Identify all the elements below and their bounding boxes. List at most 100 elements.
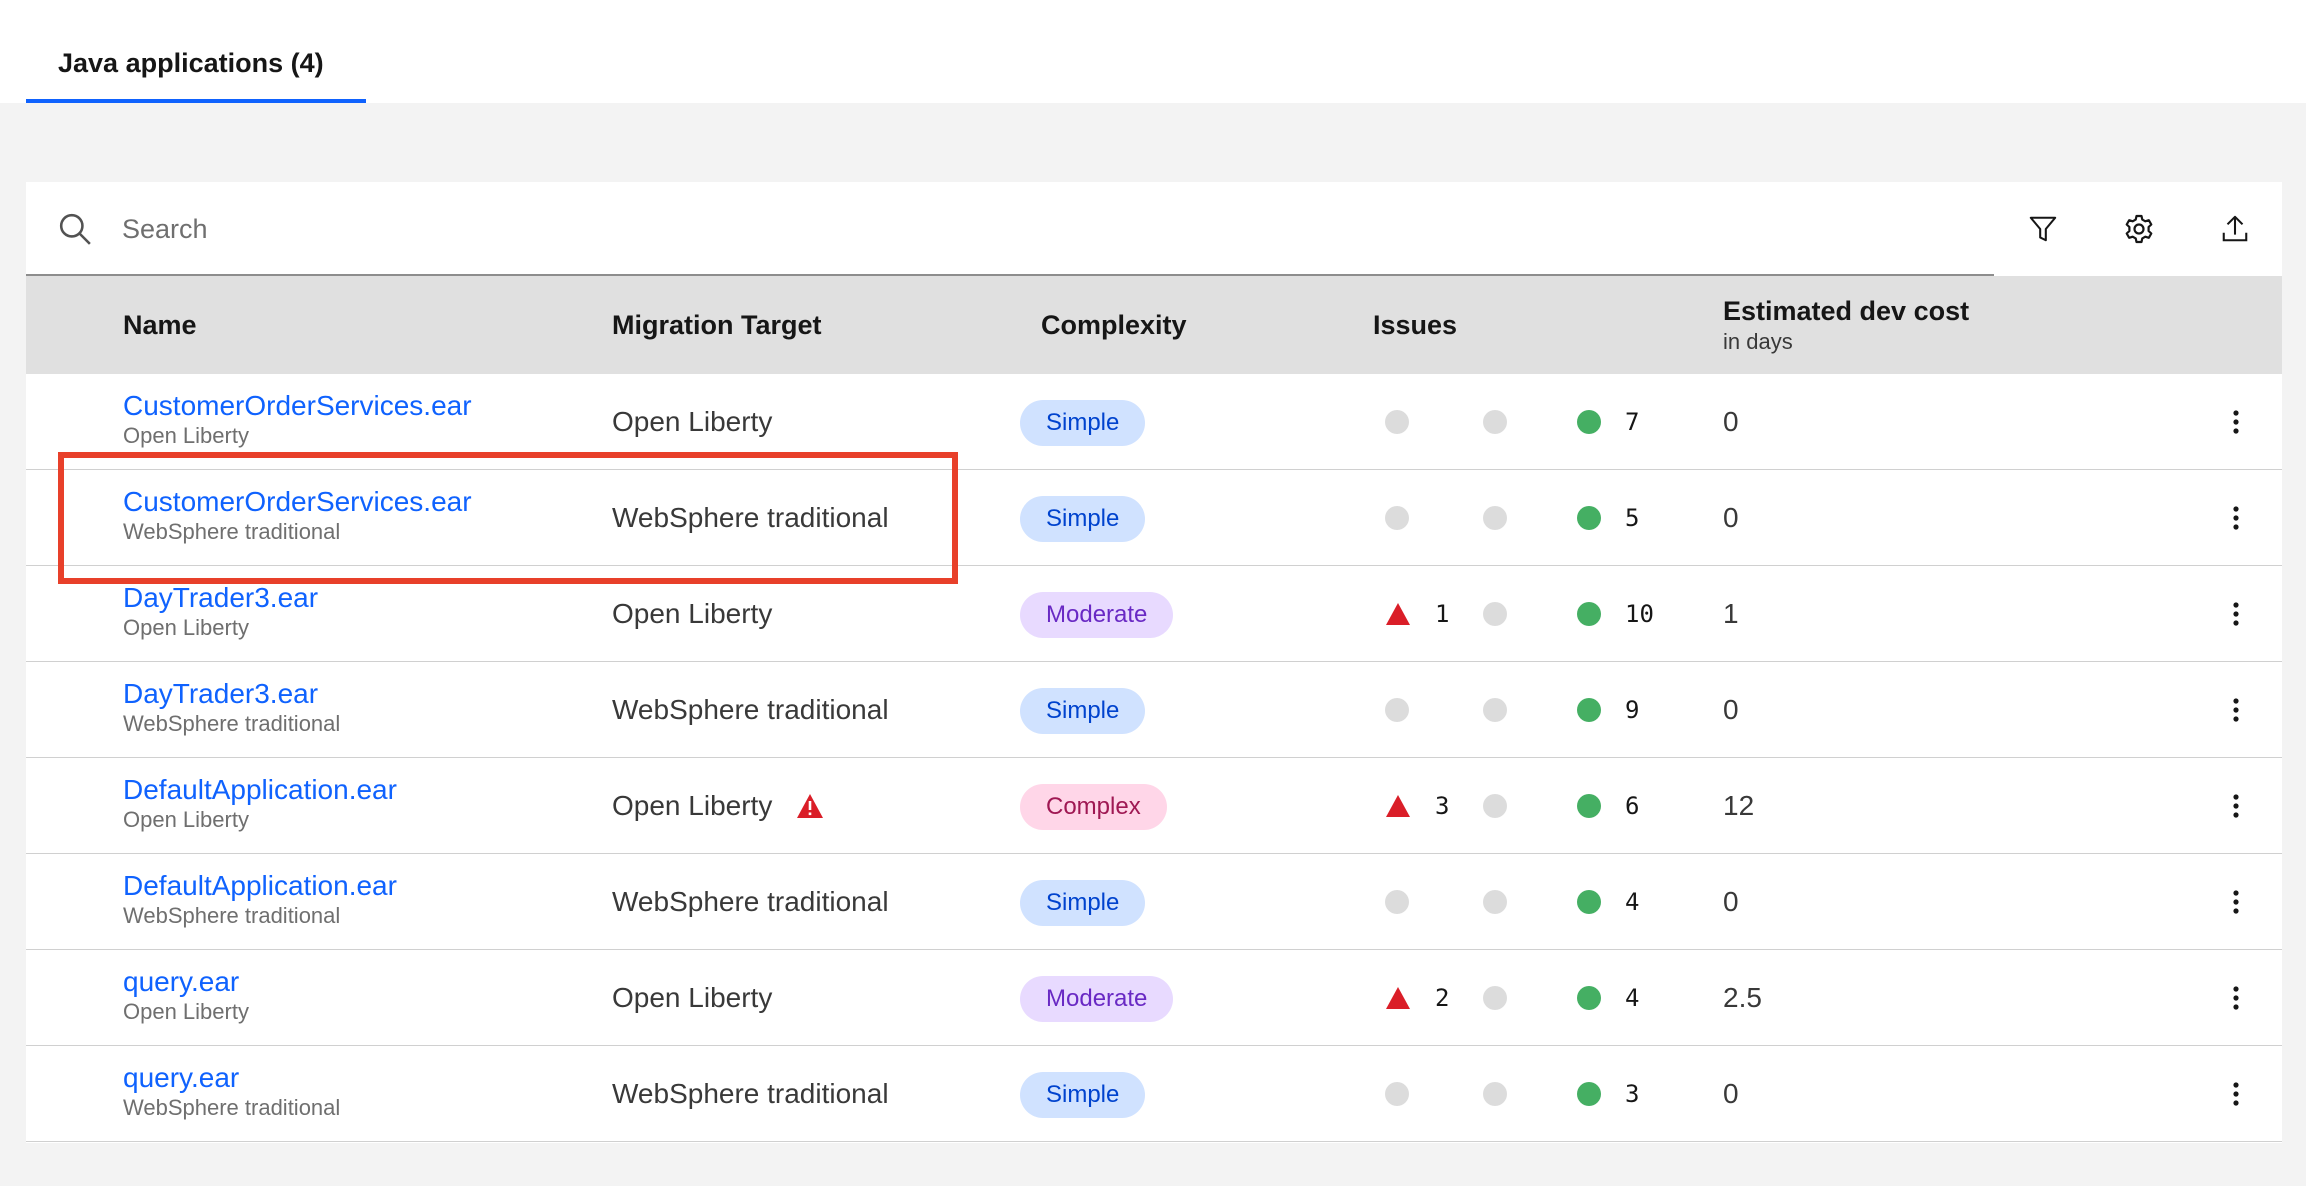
header-migration-target[interactable]: Migration Target [612, 276, 822, 374]
overflow-menu-icon [2233, 986, 2239, 1010]
info-dot [1577, 602, 1601, 626]
app-target-subtitle: WebSphere traditional [123, 1095, 341, 1120]
potential-issues [1483, 854, 1507, 950]
table-row[interactable]: DayTrader3.ear WebSphere traditional WebSp… [26, 662, 2282, 758]
potential-issues [1483, 566, 1507, 662]
critical-issues: 3 [1385, 758, 1449, 854]
warning-empty-dot [1483, 1082, 1507, 1106]
dev-cost-cell: 0 [1723, 1078, 1739, 1109]
app-target-subtitle: Open Liberty [123, 615, 249, 640]
app-name-cell: CustomerOrderServices.ear Open Liberty [123, 390, 472, 450]
app-target-subtitle: Open Liberty [123, 999, 249, 1024]
filter-button[interactable] [2018, 204, 2068, 254]
migration-target-cell: Open Liberty [612, 758, 824, 854]
critical-issues [1385, 1046, 1409, 1142]
row-overflow-menu-button[interactable] [2212, 398, 2260, 446]
info-issues: 4 [1577, 854, 1639, 950]
critical-issues: 1 [1385, 566, 1449, 662]
table-header: Name Migration Target Complexity Issues … [26, 276, 2282, 374]
dev-cost-cell: 0 [1723, 886, 1739, 917]
complexity-tag: Moderate [1020, 976, 1174, 1022]
tab-java-applications[interactable]: Java applications (4) [26, 0, 366, 103]
row-overflow-menu-button[interactable] [2212, 878, 2260, 926]
table-row[interactable]: CustomerOrderServices.ear WebSphere tradi… [26, 470, 2282, 566]
app-target-subtitle: Open Liberty [123, 423, 249, 448]
info-dot [1577, 698, 1601, 722]
search-input[interactable] [122, 204, 1962, 254]
potential-issues [1483, 374, 1507, 470]
info-count: 9 [1625, 696, 1640, 724]
info-dot [1577, 1082, 1601, 1106]
critical-count: 2 [1435, 984, 1450, 1012]
complexity-tag: Simple [1020, 496, 1146, 542]
header-name[interactable]: Name [123, 276, 197, 374]
complexity-tag: Simple [1020, 880, 1146, 926]
app-name-link[interactable]: CustomerOrderServices.ear [123, 486, 472, 518]
table-row[interactable]: query.ear Open Liberty Open Liberty Moderat… [26, 950, 2282, 1046]
dev-cost-cell: 0 [1723, 694, 1739, 725]
complexity-tag: Complex [1020, 784, 1167, 830]
critical-empty-dot [1385, 698, 1409, 722]
app-name-cell: query.ear WebSphere traditional [123, 1062, 340, 1122]
critical-icon [1386, 603, 1410, 625]
critical-icon [1386, 987, 1410, 1009]
migration-target-text: WebSphere traditional [612, 502, 889, 533]
overflow-menu-icon [2233, 794, 2239, 818]
warning-empty-dot [1483, 602, 1507, 626]
header-estimated-dev-cost[interactable]: Estimated dev cost in days [1723, 276, 1969, 374]
table-row[interactable]: CustomerOrderServices.ear Open Liberty Ope… [26, 374, 2282, 470]
app-name-link[interactable]: DefaultApplication.ear [123, 774, 397, 806]
info-count: 10 [1625, 600, 1654, 628]
row-overflow-menu-button[interactable] [2212, 686, 2260, 734]
info-dot [1577, 890, 1601, 914]
row-overflow-menu-button[interactable] [2212, 590, 2260, 638]
info-issues: 6 [1577, 758, 1639, 854]
dev-cost-cell: 2.5 [1723, 982, 1762, 1013]
app-name-link[interactable]: DayTrader3.ear [123, 582, 318, 614]
info-dot [1577, 986, 1601, 1010]
dev-cost-cell: 0 [1723, 406, 1739, 437]
overflow-menu-icon [2233, 410, 2239, 434]
table-row[interactable]: DefaultApplication.ear Open Liberty Open L… [26, 758, 2282, 854]
table-row[interactable]: query.ear WebSphere traditional WebSphere … [26, 1046, 2282, 1142]
critical-issues: 2 [1385, 950, 1449, 1046]
app-name-cell: CustomerOrderServices.ear WebSphere tradi… [123, 486, 472, 546]
app-name-link[interactable]: CustomerOrderServices.ear [123, 390, 472, 422]
migration-target-text: WebSphere traditional [612, 886, 889, 917]
app-target-subtitle: WebSphere traditional [123, 519, 341, 544]
potential-issues [1483, 758, 1507, 854]
app-name-cell: DefaultApplication.ear WebSphere traditio… [123, 870, 397, 930]
info-issues: 7 [1577, 374, 1639, 470]
migration-target-cell: Open Liberty [612, 374, 772, 470]
app-target-subtitle: Open Liberty [123, 807, 249, 832]
row-overflow-menu-button[interactable] [2212, 494, 2260, 542]
app-name-link[interactable]: DayTrader3.ear [123, 678, 340, 710]
critical-empty-dot [1385, 890, 1409, 914]
app-name-link[interactable]: query.ear [123, 1062, 340, 1094]
app-name-link[interactable]: query.ear [123, 966, 249, 998]
settings-button[interactable] [2114, 204, 2164, 254]
app-name-cell: query.ear Open Liberty [123, 966, 249, 1026]
migration-target-cell: WebSphere traditional [612, 662, 889, 758]
complexity-tag: Simple [1020, 1072, 1146, 1118]
migration-target-cell: Open Liberty [612, 950, 772, 1046]
warning-empty-dot [1483, 986, 1507, 1010]
critical-count: 1 [1435, 600, 1450, 628]
complexity-tag: Moderate [1020, 592, 1174, 638]
critical-issues [1385, 470, 1409, 566]
row-overflow-menu-button[interactable] [2212, 974, 2260, 1022]
table-row[interactable]: DayTrader3.ear Open Liberty Open Liberty Mo… [26, 566, 2282, 662]
row-overflow-menu-button[interactable] [2212, 782, 2260, 830]
migration-target-cell: WebSphere traditional [612, 854, 889, 950]
critical-issues [1385, 854, 1409, 950]
header-cost-unit: in days [1723, 328, 1793, 354]
applications-table-panel: Name Migration Target Complexity Issues … [26, 182, 2282, 1143]
app-target-subtitle: WebSphere traditional [123, 711, 341, 736]
export-button[interactable] [2210, 204, 2260, 254]
header-issues[interactable]: Issues [1373, 276, 1457, 374]
table-row[interactable]: DefaultApplication.ear WebSphere traditio… [26, 854, 2282, 950]
search-icon [59, 213, 91, 245]
header-complexity[interactable]: Complexity [1041, 276, 1187, 374]
row-overflow-menu-button[interactable] [2212, 1070, 2260, 1118]
app-name-link[interactable]: DefaultApplication.ear [123, 870, 397, 902]
